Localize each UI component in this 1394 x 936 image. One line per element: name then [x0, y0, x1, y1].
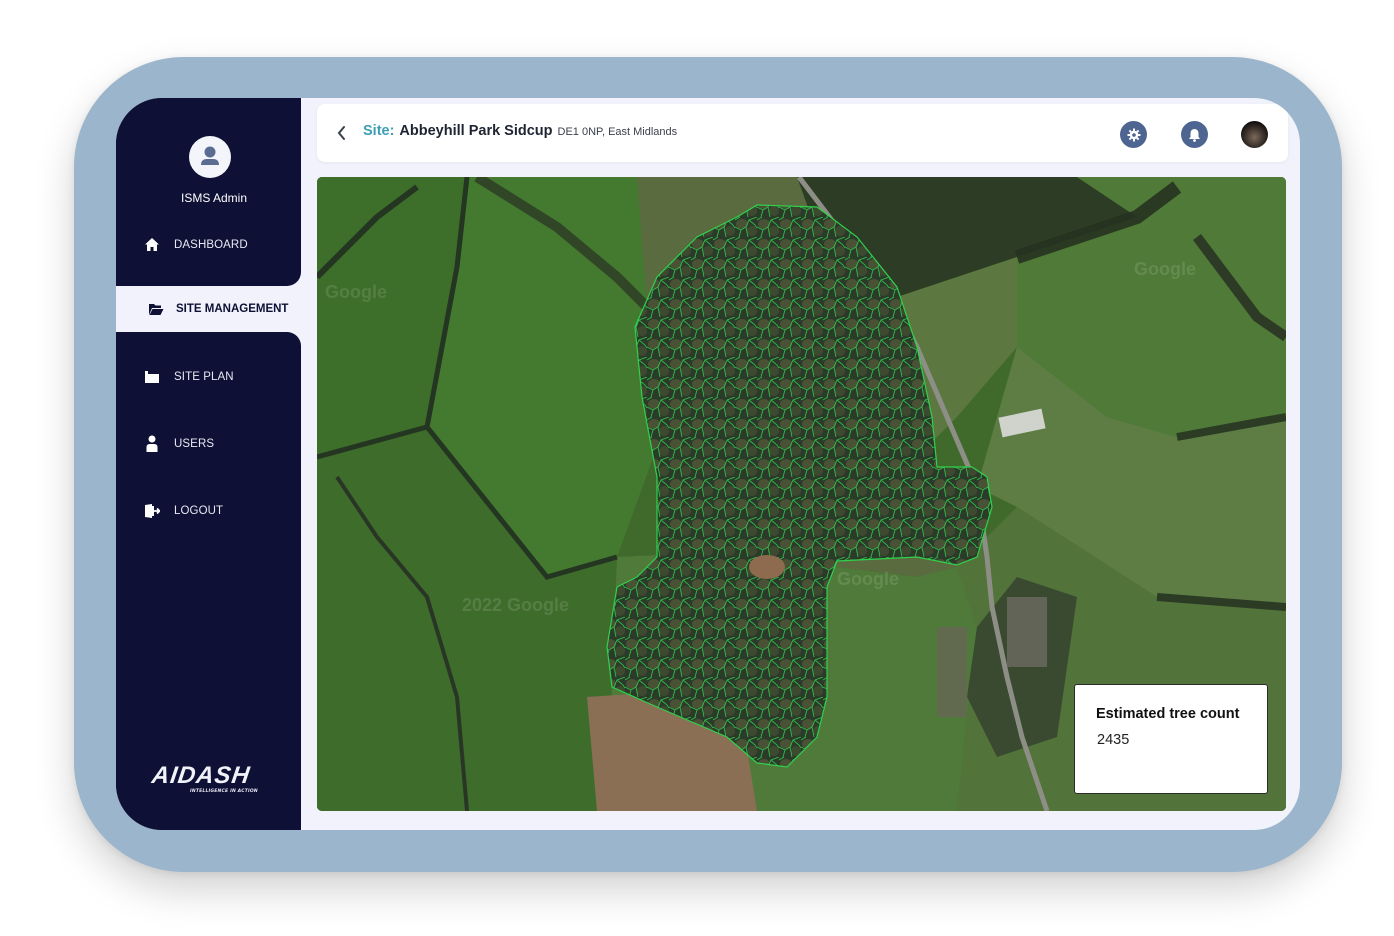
- folder-open-icon: [148, 301, 165, 318]
- tree-count-value: 2435: [1097, 732, 1130, 748]
- sidebar-item-site-management[interactable]: SITE MANAGEMENT: [127, 286, 317, 332]
- user-icon: [143, 435, 160, 452]
- bell-icon: [1189, 128, 1200, 142]
- notifications-button[interactable]: [1181, 121, 1208, 148]
- app-screen: ISMS Admin DASHBOARD SITE MANAGEMENT SIT…: [116, 98, 1300, 830]
- sidebar-item-users[interactable]: USERS: [143, 435, 214, 452]
- chevron-left-icon: [337, 126, 345, 140]
- site-title: Site: Abbeyhill Park Sidcup DE1 0NP, Eas…: [363, 123, 678, 139]
- aidash-logo: AIDASH INTELLIGENCE IN ACTION: [150, 762, 258, 794]
- sidebar-item-site-plan[interactable]: SITE PLAN: [143, 368, 234, 385]
- sidebar-item-label: SITE PLAN: [174, 370, 234, 383]
- logout-icon: [143, 502, 160, 519]
- user-avatar-icon[interactable]: [189, 136, 231, 178]
- home-icon: [143, 236, 160, 253]
- sidebar-item-label: DASHBOARD: [174, 238, 248, 251]
- tree-count-card: Estimated tree count 2435: [1074, 684, 1268, 794]
- sidebar-item-dashboard[interactable]: DASHBOARD: [143, 236, 248, 253]
- settings-button[interactable]: [1120, 121, 1147, 148]
- satellite-map[interactable]: Google Google 2022 Google Google Estimat…: [317, 177, 1286, 811]
- site-address: DE1 0NP, East Midlands: [557, 126, 678, 138]
- username: ISMS Admin: [180, 191, 248, 205]
- tree-count-title: Estimated tree count: [1096, 706, 1240, 722]
- sidebar-item-label: SITE MANAGEMENT: [176, 303, 289, 315]
- sidebar: ISMS Admin DASHBOARD SITE MANAGEMENT SIT…: [116, 98, 317, 830]
- user-photo-avatar[interactable]: [1241, 121, 1268, 148]
- sidebar-item-logout[interactable]: LOGOUT: [143, 502, 223, 519]
- site-header: Site: Abbeyhill Park Sidcup DE1 0NP, Eas…: [317, 104, 1288, 162]
- sidebar-item-label: LOGOUT: [174, 504, 224, 517]
- back-button[interactable]: [333, 123, 351, 143]
- site-plan-icon: [143, 368, 160, 385]
- site-name: Abbeyhill Park Sidcup: [399, 123, 553, 139]
- sidebar-item-label: USERS: [174, 437, 215, 450]
- gear-icon: [1127, 128, 1140, 141]
